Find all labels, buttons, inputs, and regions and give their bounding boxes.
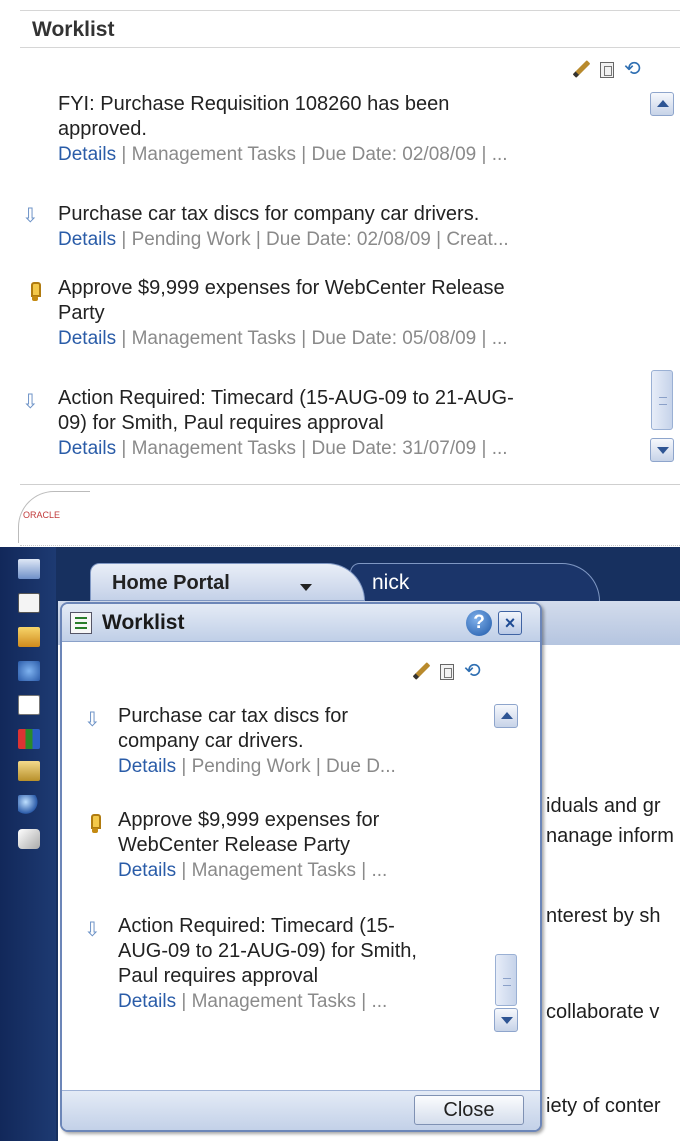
list-item: Purchase car tax discs for company car d… [58, 202, 638, 252]
portal-icon[interactable] [18, 559, 40, 579]
item-meta: Details | Management Tasks | Due Date: 0… [58, 142, 638, 167]
folder-icon[interactable] [18, 761, 40, 781]
list-item: Action Required: Timecard (15-AUG-09 to … [58, 386, 638, 461]
toolbar [412, 658, 482, 682]
priority-icon [30, 282, 41, 302]
dialog-footer: Close [62, 1090, 540, 1130]
item-meta-text: | Pending Work | Due Date: 02/08/09 | Cr… [116, 229, 509, 250]
panel-title: Worklist [32, 18, 115, 41]
content-text: nanage inform [546, 825, 674, 847]
pencil-icon[interactable] [572, 60, 590, 78]
scroll-up-button[interactable] [650, 92, 674, 116]
dialog-header[interactable]: Worklist ? × [62, 604, 540, 642]
list-item: Approve $9,999 expenses for WebCenter Re… [118, 808, 488, 883]
details-link[interactable]: Details [58, 438, 116, 459]
tab-label: nick [372, 571, 410, 594]
item-meta-text: | Management Tasks | Due Date: 02/08/09 … [116, 144, 508, 165]
item-meta-text: | Management Tasks | ... [176, 991, 388, 1012]
mail-icon[interactable] [18, 627, 40, 647]
item-title: FYI: Purchase Requisition 108260 has bee… [58, 93, 450, 115]
people-icon[interactable] [18, 661, 40, 681]
item-title: Party [58, 302, 105, 324]
item-title: Action Required: Timecard (15-AUG-09 to … [58, 387, 514, 409]
list-item: Purchase car tax discs for company car d… [118, 704, 488, 779]
scroll-thumb[interactable] [495, 954, 517, 1006]
content-text: iety of conter [546, 1095, 661, 1117]
item-meta: Details | Management Tasks | ... [118, 858, 488, 883]
item-meta-text: | Management Tasks | Due Date: 31/07/09 … [116, 438, 508, 459]
item-title: Approve $9,999 expenses for [118, 809, 380, 831]
worklist-icon [70, 612, 92, 634]
item-title: Approve $9,999 expenses for WebCenter Re… [58, 277, 505, 299]
item-title: 09) for Smith, Paul requires approval [58, 412, 384, 434]
oracle-logo: ORACLE [18, 491, 90, 543]
left-toolbar [0, 547, 56, 1141]
list-item: Approve $9,999 expenses for WebCenter Re… [58, 276, 638, 351]
document-icon[interactable] [600, 61, 614, 78]
item-meta: Details | Management Tasks | Due Date: 3… [58, 436, 638, 461]
pencil-icon[interactable] [412, 662, 430, 680]
portal-screen: ORACLE iduals and gr nanage inform ntere… [0, 485, 680, 1141]
details-link[interactable]: Details [118, 991, 176, 1012]
item-meta-text: | Management Tasks | Due Date: 05/08/09 … [116, 328, 508, 349]
scrollbar[interactable] [650, 92, 674, 462]
content-text: nterest by sh [546, 905, 661, 927]
item-title: Purchase car tax discs for [118, 705, 349, 727]
document-icon[interactable] [440, 663, 454, 680]
divider [20, 10, 680, 11]
arrow-down-icon [22, 203, 39, 227]
document-icon[interactable] [18, 695, 40, 715]
header-strip: ORACLE [0, 485, 680, 547]
worklist-dialog: Worklist ? × Purchase car tax discs for … [60, 602, 542, 1132]
help-button[interactable]: ? [466, 610, 492, 636]
chart-icon[interactable] [18, 729, 40, 749]
item-meta: Details | Management Tasks | Due Date: 0… [58, 326, 638, 351]
worklist-icon[interactable] [18, 593, 40, 613]
details-link[interactable]: Details [118, 756, 176, 777]
content-text: iduals and gr [546, 795, 661, 817]
scroll-down-button[interactable] [650, 438, 674, 462]
item-meta-text: | Pending Work | Due D... [176, 756, 396, 777]
item-title: company car drivers. [118, 730, 304, 752]
scroll-thumb[interactable] [651, 370, 673, 430]
item-title: Purchase car tax discs for company car d… [58, 203, 480, 225]
arrow-down-icon [84, 707, 101, 731]
divider [20, 545, 680, 546]
arrow-down-icon [84, 917, 101, 941]
priority-icon [90, 814, 101, 834]
scroll-up-button[interactable] [494, 704, 518, 728]
search-icon[interactable] [18, 795, 40, 815]
chevron-down-icon[interactable] [300, 584, 312, 591]
refresh-icon[interactable] [624, 56, 642, 80]
list-item: Action Required: Timecard (15- AUG-09 to… [118, 914, 488, 1014]
item-title: Action Required: Timecard (15- [118, 915, 395, 937]
arrow-down-icon [22, 389, 39, 413]
details-link[interactable]: Details [58, 229, 116, 250]
close-icon[interactable]: × [498, 611, 522, 635]
item-meta: Details | Pending Work | Due D... [118, 754, 488, 779]
item-meta: Details | Pending Work | Due Date: 02/08… [58, 227, 638, 252]
close-button[interactable]: Close [414, 1095, 524, 1125]
item-meta-text: | Management Tasks | ... [176, 860, 388, 881]
details-link[interactable]: Details [118, 860, 176, 881]
content-text: collaborate v [546, 1001, 660, 1023]
scroll-down-button[interactable] [494, 1008, 518, 1032]
item-meta: Details | Management Tasks | ... [118, 989, 488, 1014]
refresh-icon[interactable] [464, 658, 482, 682]
top-worklist-panel: Worklist FYI: Purchase Requisition 10826… [0, 0, 680, 485]
details-link[interactable]: Details [58, 144, 116, 165]
divider [20, 47, 680, 48]
scrollbar[interactable] [494, 704, 518, 1034]
dialog-title: Worklist [102, 611, 185, 634]
item-title: approved. [58, 118, 147, 140]
tag-icon[interactable] [18, 829, 40, 849]
toolbar [572, 56, 642, 80]
item-title: WebCenter Release Party [118, 834, 350, 856]
details-link[interactable]: Details [58, 328, 116, 349]
list-item: FYI: Purchase Requisition 108260 has bee… [58, 92, 638, 167]
tab-label: Home Portal [112, 572, 230, 594]
item-title: AUG-09 to 21-AUG-09) for Smith, [118, 940, 417, 962]
item-title: Paul requires approval [118, 965, 319, 987]
